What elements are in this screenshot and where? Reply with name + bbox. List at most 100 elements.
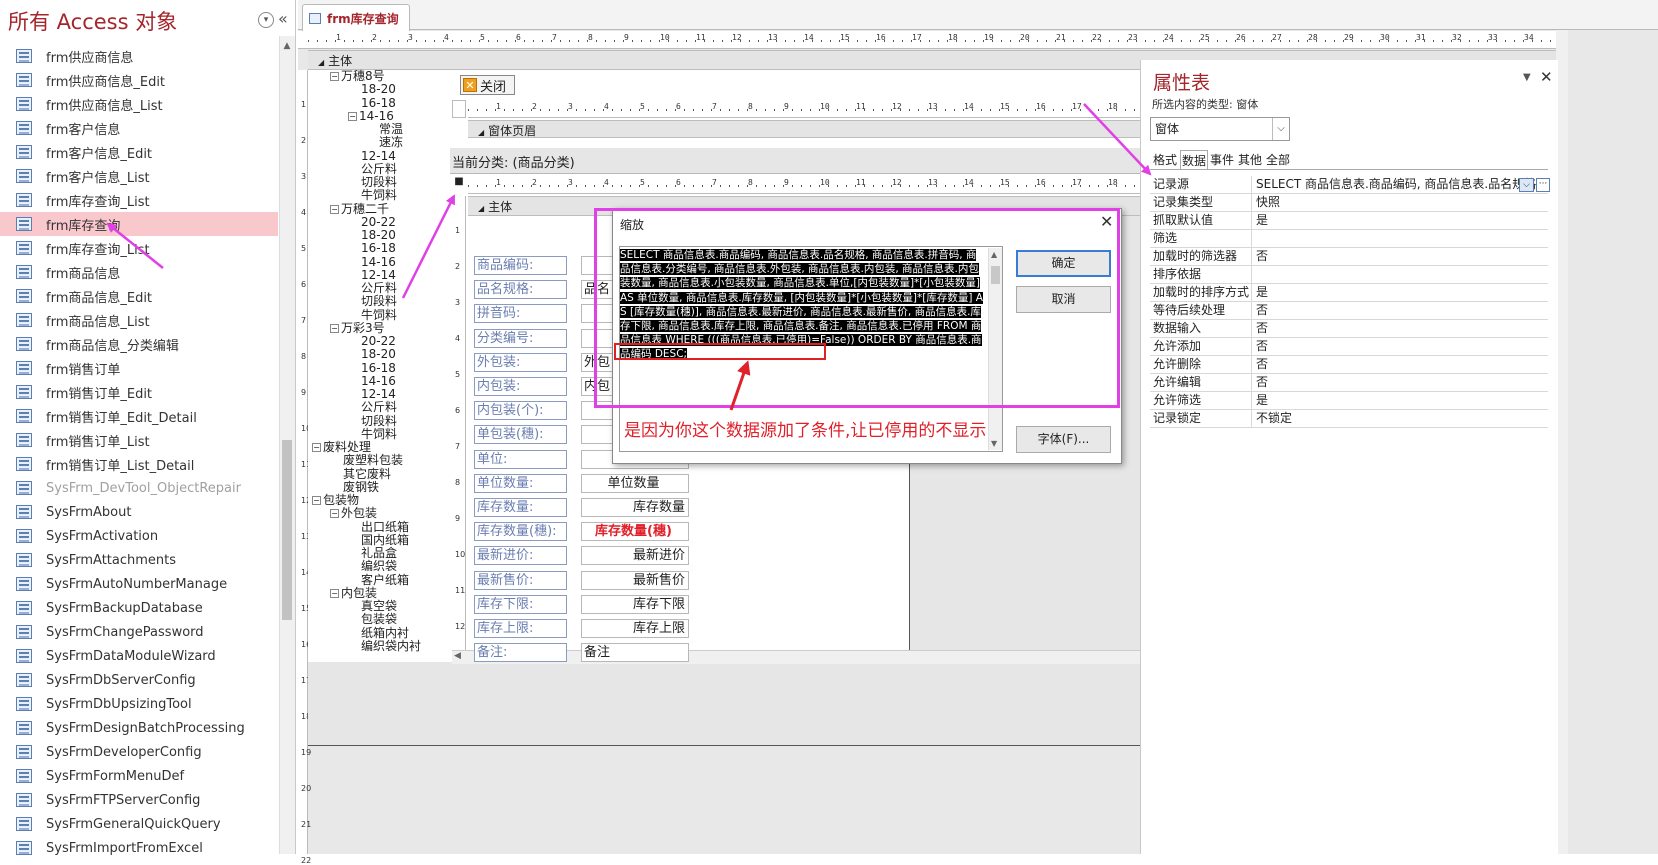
tree-node[interactable]: 公斤料 [348, 401, 397, 414]
tree-node[interactable]: 速冻 [366, 136, 403, 149]
field-label[interactable]: 库存下限: [474, 594, 567, 614]
property-value[interactable] [1252, 230, 1548, 247]
tree-node[interactable]: − 包装物 [312, 494, 359, 507]
tree-node[interactable]: 20-22 [348, 215, 396, 229]
scroll-down-icon[interactable]: ▼ [991, 439, 997, 448]
property-value[interactable]: 不锁定 [1252, 410, 1548, 427]
builder-ellipsis-icon[interactable]: ··· [1536, 178, 1550, 192]
tab-frm-inventory-query[interactable]: frm库存查询 [302, 4, 410, 31]
scroll-left-icon[interactable]: ◀ [454, 651, 461, 661]
property-row[interactable]: 允许删除否 [1150, 356, 1548, 374]
property-value[interactable]: 否 [1252, 356, 1548, 373]
nav-item[interactable]: SysFrmFormMenuDef [0, 764, 278, 788]
collapse-icon[interactable]: − [330, 72, 339, 81]
property-tab[interactable]: 格式 [1152, 150, 1178, 170]
tree-node[interactable]: 出口纸箱 [348, 520, 409, 534]
tree-node[interactable]: 纸箱内衬 [348, 626, 409, 640]
property-row[interactable]: 加载时的排序方式是 [1150, 284, 1548, 302]
nav-item[interactable]: SysFrmAutoNumberManage [0, 572, 278, 596]
tree-node[interactable]: 18-20 [348, 348, 396, 361]
nav-scrollbar-thumb[interactable] [282, 440, 292, 620]
tree-node[interactable]: 废钢铁 [330, 480, 379, 494]
property-row[interactable]: 允许筛选是 [1150, 392, 1548, 410]
nav-item[interactable]: SysFrmChangePassword [0, 620, 278, 644]
nav-item[interactable]: SysFrmAbout [0, 500, 278, 524]
tree-node[interactable]: 16-18 [348, 96, 396, 110]
property-tab[interactable]: 数据 [1180, 150, 1209, 170]
property-value[interactable]: 否 [1252, 374, 1548, 391]
nav-item[interactable]: SysFrmFTPServerConfig [0, 788, 278, 812]
nav-item[interactable]: frm销售订单_Edit_Detail [0, 404, 278, 428]
tree-node[interactable]: 包装袋 [348, 613, 397, 626]
nav-item[interactable]: frm供应商信息 [0, 44, 278, 68]
tree-node[interactable]: 真空袋 [348, 600, 397, 613]
property-row[interactable]: 记录锁定 不锁定 [1150, 410, 1548, 428]
collapse-icon[interactable]: − [330, 204, 339, 214]
close-icon[interactable]: ✕ [1540, 68, 1553, 86]
font-button[interactable]: 字体(F)... [1016, 426, 1111, 453]
field-textbox[interactable]: 最新进价 [581, 546, 689, 566]
collapse-icon[interactable]: − [330, 588, 339, 598]
chevron-down-icon[interactable]: ▼ [1523, 72, 1531, 83]
nav-item[interactable]: frm库存查询_List [0, 188, 278, 212]
field-label[interactable]: 品名规格: [474, 280, 567, 300]
tree-node[interactable]: 牛饲料 [348, 427, 397, 441]
nav-item[interactable]: frm供应商信息_Edit [0, 68, 278, 92]
tree-node[interactable]: 切段料 [348, 295, 397, 308]
tree-node[interactable]: 客户纸箱 [348, 573, 409, 587]
property-tab[interactable]: 其他 [1237, 150, 1263, 170]
tree-node[interactable]: 14-16 [348, 255, 396, 269]
nav-item[interactable]: SysFrm_DevTool_ObjectRepair [0, 476, 278, 500]
property-value[interactable]: 快照 [1252, 194, 1548, 211]
tree-node[interactable]: 12-14 [348, 388, 396, 401]
tree-node[interactable]: −14-16 [348, 109, 394, 123]
property-value[interactable]: SELECT 商品信息表.商品编码, 商品信息表.品名规格, [1252, 176, 1548, 193]
nav-pane-title[interactable]: 所有 Access 对象 [8, 6, 177, 36]
property-row[interactable]: 排序依据 [1150, 266, 1548, 284]
nav-item[interactable]: frm客户信息_Edit [0, 140, 278, 164]
property-row[interactable]: 记录源 SELECT 商品信息表.商品编码, 商品信息表.品名规格, [1150, 176, 1548, 194]
field-label[interactable]: 库存数量(穗): [474, 522, 567, 542]
property-value[interactable]: 否 [1252, 248, 1548, 265]
form-selector[interactable]: ■ [452, 176, 466, 194]
chevron-down-icon[interactable]: ⌵ [1272, 118, 1289, 140]
object-selector[interactable]: 窗体 [1150, 117, 1290, 141]
collapse-pane-icon[interactable]: « [278, 9, 288, 28]
property-row[interactable]: 允许编辑否 [1150, 374, 1548, 392]
property-value[interactable]: 是 [1252, 284, 1548, 301]
field-textbox[interactable]: 单位数量 [581, 473, 689, 493]
nav-item[interactable]: SysFrmDataModuleWizard [0, 644, 278, 668]
tree-node[interactable]: 牛饲料 [348, 189, 397, 202]
nav-item[interactable]: SysFrmAttachments [0, 548, 278, 572]
tree-node[interactable]: − 内包装 [330, 586, 377, 600]
property-value[interactable]: 否 [1252, 338, 1548, 355]
property-row[interactable]: 筛选 [1150, 230, 1548, 248]
nav-item[interactable]: SysFrmBackupDatabase [0, 596, 278, 620]
nav-item[interactable]: SysFrmDesignBatchProcessing [0, 716, 278, 740]
field-label[interactable]: 内包装: [474, 377, 567, 396]
field-textbox[interactable]: 库存上限 [581, 619, 689, 638]
field-label[interactable]: 商品编码: [474, 256, 567, 275]
tree-node[interactable]: − 万穗8号 [330, 70, 385, 83]
nav-item[interactable]: SysFrmDeveloperConfig [0, 740, 278, 764]
close-button[interactable]: ✕ 关闭 [460, 75, 515, 95]
tree-node[interactable]: − 万彩3号 [330, 321, 385, 335]
nav-item[interactable]: SysFrmImportFromExcel [0, 836, 278, 860]
tree-node[interactable]: 20-22 [348, 335, 396, 348]
field-label[interactable]: 单位: [474, 449, 567, 469]
collapse-icon[interactable]: − [348, 111, 357, 121]
field-label[interactable]: 外包装: [474, 352, 567, 372]
field-textbox[interactable]: 最新售价 [581, 570, 689, 590]
tree-node[interactable]: 编织袋 [348, 560, 397, 573]
field-label[interactable]: 库存数量: [474, 498, 567, 517]
tree-node[interactable]: − 万穗二千 [330, 202, 389, 216]
tree-node[interactable]: 12-14 [348, 149, 396, 163]
field-label[interactable]: 单位数量: [474, 473, 567, 493]
tree-node[interactable]: 其它废料 [330, 467, 391, 481]
property-value[interactable] [1252, 266, 1548, 283]
field-textbox[interactable]: 库存下限 [581, 594, 689, 614]
chevron-down-icon[interactable]: ▾ [258, 12, 274, 28]
nav-item[interactable]: frm客户信息_List [0, 164, 278, 188]
tree-node[interactable]: 14-16 [348, 374, 396, 388]
property-tab[interactable]: 全部 [1265, 150, 1291, 170]
